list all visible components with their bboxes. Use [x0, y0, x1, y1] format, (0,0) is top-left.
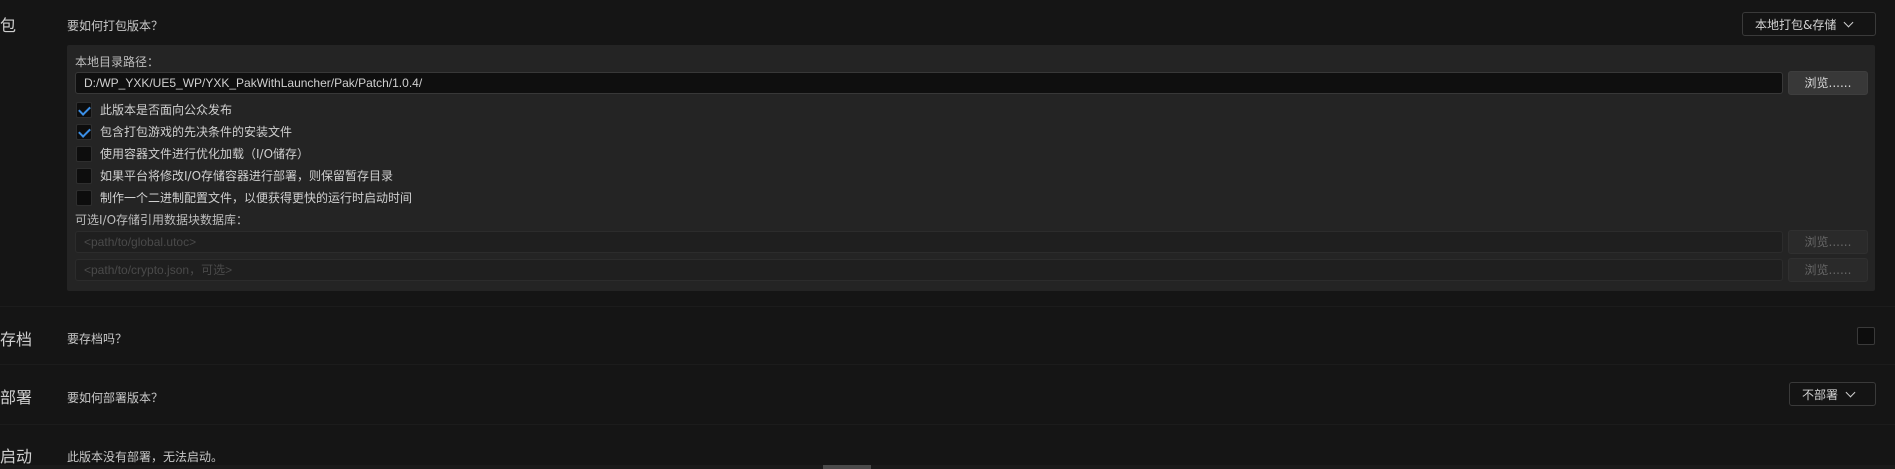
horizontal-scrollbar-track[interactable]: [0, 465, 1895, 469]
checkbox-row-keep-staging[interactable]: 如果平台将修改I/O存储容器进行部署，则保留暂存目录: [76, 167, 393, 184]
prereq-installer-label: 包含打包游戏的先决条件的安装文件: [100, 125, 293, 139]
io-store-label: 使用容器文件进行优化加载（I/O储存）: [100, 147, 310, 161]
section-divider: [0, 306, 1895, 307]
binary-config-label: 制作一个二进制配置文件，以便获得更快的运行时启动时间: [100, 191, 413, 205]
checkbox-row-public-release[interactable]: 此版本是否面向公众发布: [76, 101, 232, 118]
horizontal-scrollbar-thumb[interactable]: [823, 465, 871, 469]
archive-section-label: 存档: [0, 330, 33, 349]
archive-question: 要存档吗？: [67, 332, 128, 346]
keep-staging-label: 如果平台将修改I/O存储容器进行部署，则保留暂存目录: [100, 169, 394, 183]
crypto-input[interactable]: <path/to/crypto.json，可选>: [75, 259, 1783, 281]
io-ref-label: 可选I/O存储引用数据块数据库：: [75, 213, 249, 227]
keep-staging-checkbox[interactable]: [76, 167, 92, 184]
checkbox-row-io-store[interactable]: 使用容器文件进行优化加载（I/O储存）: [76, 145, 309, 162]
deploy-mode-value: 不部署: [1802, 387, 1839, 402]
local-dir-input[interactable]: D:/WP_YXK/UE5_WP/YXK_PakWithLauncher/Pak…: [75, 72, 1783, 94]
section-divider: [0, 364, 1895, 365]
deploy-question: 要如何部署版本？: [67, 391, 164, 405]
package-mode-value: 本地打包&存储: [1755, 17, 1837, 32]
checkbox-row-prereq-installer[interactable]: 包含打包游戏的先决条件的安装文件: [76, 123, 292, 140]
launch-message: 此版本没有部署，无法启动。: [67, 450, 224, 464]
io-ref-browse-button[interactable]: 浏览......: [1788, 230, 1868, 254]
binary-config-checkbox[interactable]: [76, 189, 92, 206]
deploy-mode-dropdown[interactable]: 不部署: [1789, 382, 1876, 406]
archive-checkbox[interactable]: [1857, 327, 1875, 345]
io-ref-input[interactable]: <path/to/global.utoc>: [75, 231, 1783, 253]
public-release-label: 此版本是否面向公众发布: [100, 103, 233, 117]
chevron-down-icon: [1843, 17, 1854, 27]
local-dir-label: 本地目录路径：: [75, 55, 160, 69]
package-question: 要如何打包版本？: [67, 19, 164, 33]
prereq-installer-checkbox[interactable]: [76, 123, 92, 140]
checkbox-row-binary-config[interactable]: 制作一个二进制配置文件，以便获得更快的运行时启动时间: [76, 189, 412, 206]
section-divider: [0, 424, 1895, 425]
public-release-checkbox[interactable]: [76, 101, 92, 118]
local-dir-browse-button[interactable]: 浏览......: [1788, 71, 1868, 95]
launch-section-label: 启动: [0, 447, 33, 466]
package-mode-dropdown[interactable]: 本地打包&存储: [1742, 12, 1876, 36]
io-store-checkbox[interactable]: [76, 145, 92, 162]
crypto-browse-button[interactable]: 浏览......: [1788, 258, 1868, 282]
package-section-label: 包: [0, 16, 17, 35]
deploy-section-label: 部署: [0, 388, 33, 407]
chevron-down-icon: [1845, 387, 1856, 397]
